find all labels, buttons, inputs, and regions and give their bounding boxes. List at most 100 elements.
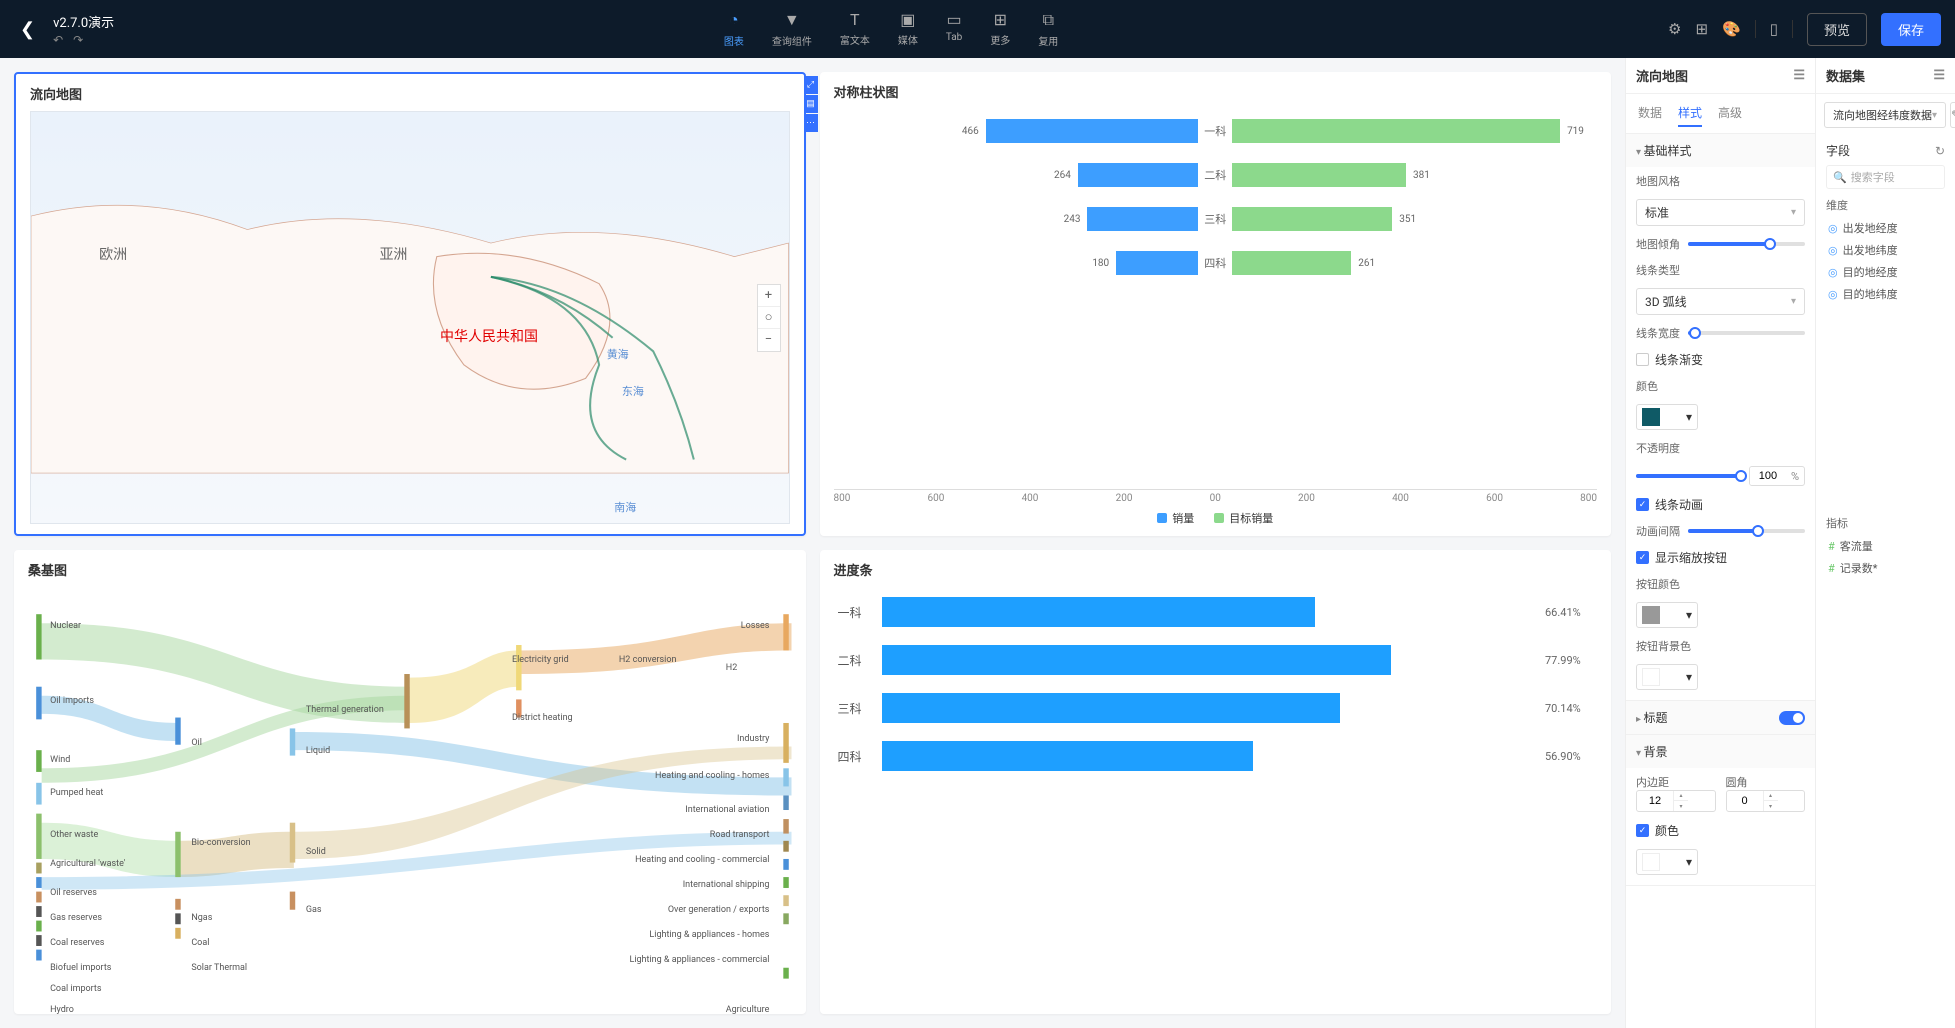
- axis-tick: 200: [1298, 493, 1315, 504]
- location-icon: ◎: [1828, 222, 1838, 235]
- field-item-dimension[interactable]: ◎出发地纬度: [1826, 239, 1945, 261]
- tool-more[interactable]: ⊞更多: [990, 10, 1010, 48]
- tool-richtext[interactable]: T富文本: [840, 10, 870, 48]
- input-radius[interactable]: ▴▾: [1726, 790, 1806, 812]
- step-up-icon[interactable]: ▴: [1674, 791, 1688, 801]
- panel-sankey[interactable]: 桑基图: [14, 550, 806, 1014]
- label-map-angle: 地图倾角: [1636, 236, 1680, 252]
- save-button[interactable]: 保存: [1881, 13, 1941, 46]
- label-line-width: 线条宽度: [1636, 325, 1680, 341]
- location-icon: ◎: [1828, 288, 1838, 301]
- location-icon: ◎: [1828, 266, 1838, 279]
- list-icon[interactable]: ☰: [1793, 68, 1805, 83]
- dataset-panel-title: 数据集: [1826, 66, 1865, 85]
- label-bg-color: 颜色: [1655, 822, 1679, 839]
- input-opacity[interactable]: %: [1749, 466, 1805, 486]
- step-down-icon[interactable]: ▾: [1674, 801, 1688, 811]
- map-canvas[interactable]: 欧洲 亚洲 中华人民共和国 黄海 东海 南海 + ○ −: [30, 111, 790, 524]
- list-icon[interactable]: ☰: [1933, 68, 1945, 83]
- axis-tick: 800: [834, 493, 851, 504]
- slider-map-angle[interactable]: [1688, 242, 1805, 246]
- canvas[interactable]: ⤢ ▤ ⋯ 流向地图 欧洲 亚洲: [0, 58, 1625, 1028]
- slider-opacity[interactable]: [1636, 474, 1741, 478]
- tool-reuse[interactable]: ⧉复用: [1038, 10, 1058, 48]
- undo-button[interactable]: ↶: [53, 33, 63, 47]
- tab-data[interactable]: 数据: [1638, 100, 1662, 127]
- panel-handle-copy-icon[interactable]: ▤: [804, 95, 818, 113]
- color-picker-btn[interactable]: ▾: [1636, 602, 1698, 628]
- step-up-icon[interactable]: ▴: [1764, 791, 1778, 801]
- label-color: 颜色: [1636, 378, 1805, 394]
- bar-left: [986, 119, 1198, 143]
- toggle-title[interactable]: [1779, 711, 1805, 725]
- tab-style[interactable]: 样式: [1678, 100, 1702, 127]
- progress-chart: 一科66.41%二科77.99%三科70.14%四科56.90%: [834, 587, 1598, 781]
- color-picker-line[interactable]: ▾: [1636, 404, 1698, 430]
- zoom-out-button[interactable]: −: [758, 329, 780, 351]
- tab-advanced[interactable]: 高级: [1718, 100, 1742, 127]
- field-item-dimension[interactable]: ◎目的地经度: [1826, 261, 1945, 283]
- grid-icon: ⊞: [994, 10, 1007, 29]
- field-item-metric[interactable]: #客流量: [1826, 535, 1945, 557]
- input-padding[interactable]: ▴▾: [1636, 790, 1716, 812]
- progress-track: [882, 741, 1536, 771]
- checkbox-bg-color[interactable]: ✓: [1636, 824, 1649, 837]
- sankey-node: Road transport: [707, 829, 773, 841]
- slider-line-width[interactable]: [1688, 331, 1805, 335]
- search-fields-input[interactable]: 🔍 搜索字段: [1826, 165, 1945, 189]
- palette-icon[interactable]: 🎨: [1722, 20, 1741, 38]
- panel-handle-expand-icon[interactable]: ⤢: [804, 76, 818, 94]
- field-item-metric[interactable]: #记录数*: [1826, 557, 1945, 579]
- tool-chart[interactable]: ◔图表: [724, 10, 744, 48]
- select-map-style[interactable]: 标准▾: [1636, 199, 1805, 226]
- redo-button[interactable]: ↷: [73, 33, 83, 47]
- zoom-reset-button[interactable]: ○: [758, 307, 780, 329]
- sankey-node: Heating and cooling - homes: [652, 770, 772, 782]
- preview-button[interactable]: 预览: [1807, 13, 1867, 46]
- tool-filter[interactable]: ▼查询组件: [772, 10, 812, 48]
- sankey-node: Bio-conversion: [188, 837, 253, 849]
- sankey-node: Gas: [303, 904, 325, 916]
- select-line-type[interactable]: 3D 弧线▾: [1636, 288, 1805, 315]
- search-icon: 🔍: [1833, 171, 1847, 184]
- refresh-icon[interactable]: ↻: [1935, 144, 1945, 158]
- label-anim-interval: 动画间隔: [1636, 523, 1680, 539]
- edit-dataset-button[interactable]: ✎: [1950, 102, 1955, 128]
- side-panel-properties: 流向地图 ☰ 数据 样式 高级 ▾ 基础样式 地图风格 标准▾ 地图倾角: [1625, 58, 1815, 1028]
- topbar: ❮ v2.7.0演示 ↶ ↷ ◔图表 ▼查询组件 T富文本 ▣媒体 ▭Tab ⊞…: [0, 0, 1955, 58]
- color-picker-btn-bg[interactable]: ▾: [1636, 664, 1698, 690]
- panel-symmetric-bar[interactable]: 对称柱状图 466一科719264二科381243三科351180四科261 8…: [820, 72, 1612, 536]
- section-title[interactable]: ▸ 标题: [1626, 701, 1815, 734]
- section-background[interactable]: ▾ 背景: [1626, 735, 1815, 768]
- slider-anim-interval[interactable]: [1688, 529, 1805, 533]
- panel-flow-map[interactable]: ⤢ ▤ ⋯ 流向地图 欧洲 亚洲: [14, 72, 806, 536]
- divider: [1755, 20, 1756, 38]
- color-picker-bg[interactable]: ▾: [1636, 849, 1698, 875]
- panel-progress[interactable]: 进度条 一科66.41%二科77.99%三科70.14%四科56.90%: [820, 550, 1612, 1014]
- mobile-icon[interactable]: ▯: [1770, 20, 1778, 38]
- progress-fill: [882, 597, 1316, 627]
- step-down-icon[interactable]: ▾: [1764, 801, 1778, 811]
- progress-fill: [882, 741, 1254, 771]
- tool-tab[interactable]: ▭Tab: [946, 10, 962, 48]
- section-basic-style[interactable]: ▾ 基础样式: [1626, 134, 1815, 167]
- layout-icon[interactable]: ⊞: [1695, 20, 1708, 38]
- panel-title: 进度条: [834, 560, 1598, 579]
- sankey-node: H2: [723, 662, 740, 674]
- back-button[interactable]: ❮: [14, 19, 41, 40]
- sankey-node: Industry: [734, 733, 772, 745]
- map-label-europe: 欧洲: [99, 244, 127, 264]
- field-item-dimension[interactable]: ◎出发地经度: [1826, 217, 1945, 239]
- panel-handle-more-icon[interactable]: ⋯: [804, 114, 818, 132]
- select-dataset[interactable]: 流向地图经纬度数据▾: [1824, 102, 1946, 128]
- bar-value-left: 243: [1061, 214, 1084, 225]
- zoom-in-button[interactable]: +: [758, 285, 780, 307]
- chevron-down-icon: ▾: [1791, 207, 1796, 218]
- map-label-yellow-sea: 黄海: [607, 346, 629, 362]
- field-item-dimension[interactable]: ◎目的地纬度: [1826, 283, 1945, 305]
- settings-icon[interactable]: ⚙: [1668, 20, 1681, 38]
- tool-media[interactable]: ▣媒体: [898, 10, 918, 48]
- checkbox-line-anim[interactable]: ✓: [1636, 498, 1649, 511]
- checkbox-line-gradient[interactable]: [1636, 353, 1649, 366]
- checkbox-show-zoom[interactable]: ✓: [1636, 551, 1649, 564]
